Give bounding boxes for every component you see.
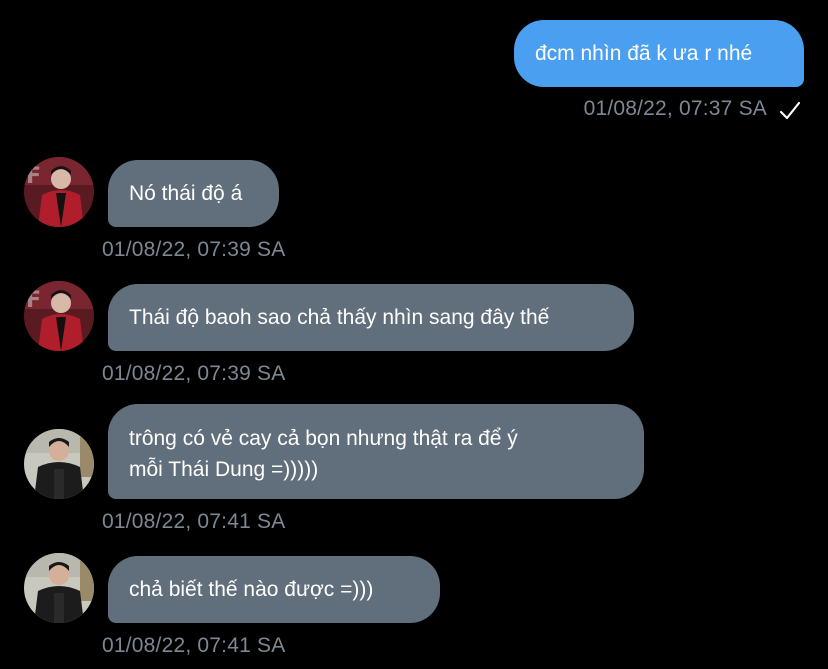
message-timestamp: 01/08/22, 07:39 SA	[102, 238, 286, 261]
message-timestamp: 01/08/22, 07:39 SA	[102, 362, 286, 385]
message-text-line: trông có vẻ cay cả bọn nhưng thật ra để …	[129, 427, 518, 450]
black-outfit-avatar-image	[24, 553, 94, 623]
message-timestamp: 01/08/22, 07:41 SA	[102, 634, 286, 657]
message-timestamp: 01/08/22, 07:41 SA	[102, 510, 286, 533]
message-text-line: mỗi Thái Dung =)))))	[129, 458, 319, 481]
black-outfit-avatar-image	[24, 429, 94, 499]
avatar[interactable]: F	[24, 281, 94, 351]
message-text: đcm nhìn đã k ưa r nhé	[535, 42, 753, 65]
outgoing-message-bubble[interactable]: đcm nhìn đã k ưa r nhé	[514, 20, 804, 87]
avatar[interactable]: F	[24, 157, 94, 227]
avatar[interactable]	[24, 429, 94, 499]
chat-conversation: đcm nhìn đã k ưa r nhé 01/08/22, 07:37 S…	[0, 0, 828, 669]
svg-text:F: F	[26, 164, 41, 189]
message-text: chả biết thế nào được =)))	[129, 578, 374, 601]
incoming-message-bubble[interactable]: Thái độ baoh sao chả thấy nhìn sang đây …	[108, 284, 634, 351]
message-text: Nó thái độ á	[129, 182, 243, 205]
message-text: Thái độ baoh sao chả thấy nhìn sang đây …	[129, 306, 550, 329]
incoming-message-bubble[interactable]: Nó thái độ á	[108, 160, 279, 227]
red-jacket-avatar-image: F	[24, 157, 94, 227]
incoming-message-bubble[interactable]: chả biết thế nào được =)))	[108, 556, 440, 623]
check-icon	[779, 101, 801, 120]
avatar[interactable]	[24, 553, 94, 623]
red-jacket-avatar-image: F	[24, 281, 94, 351]
svg-text:F: F	[26, 288, 41, 313]
message-timestamp: 01/08/22, 07:37 SA	[583, 97, 767, 120]
incoming-message-bubble[interactable]: trông có vẻ cay cả bọn nhưng thật ra để …	[108, 404, 644, 499]
